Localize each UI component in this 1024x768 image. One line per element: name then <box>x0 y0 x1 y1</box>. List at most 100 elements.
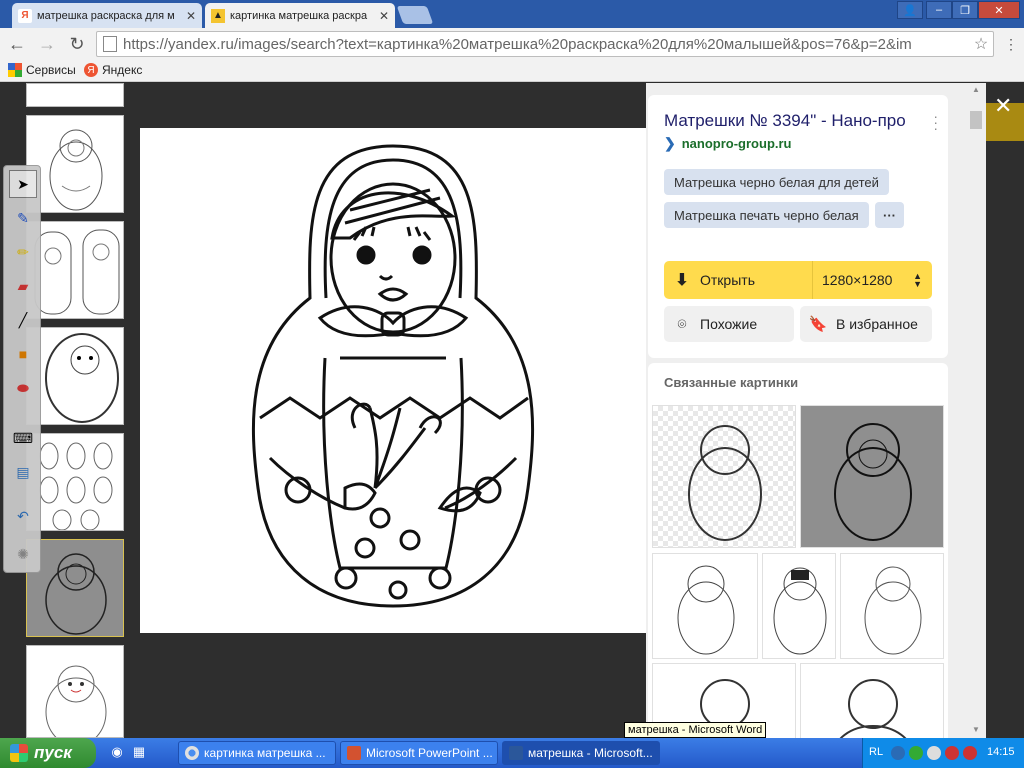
address-bar[interactable]: https://yandex.ru/images/search?text=кар… <box>96 31 994 57</box>
bookmark-label: Сервисы <box>26 63 76 77</box>
page-icon <box>103 36 117 52</box>
size-select[interactable]: 1280×1280 <box>822 272 892 288</box>
start-label: пуск <box>34 743 72 762</box>
task-label: картинка матрешка ... <box>204 746 326 760</box>
shapes-icon[interactable]: ■ <box>9 340 37 368</box>
bookmark-icon: 🔖 <box>808 316 828 333</box>
tray-close-icon[interactable] <box>927 746 941 760</box>
related-title: Связанные картинки <box>664 375 799 390</box>
browser-toolbar: ← → ↻ https://yandex.ru/images/search?te… <box>0 28 1024 60</box>
thumbnail[interactable] <box>26 83 124 107</box>
bookmark-label: Яндекс <box>102 63 143 77</box>
more-options-icon[interactable]: · · · <box>933 109 938 135</box>
powerpoint-icon <box>347 746 361 760</box>
related-image[interactable] <box>800 663 944 738</box>
tab-strip: Я матрешка раскраска для м ✕ ▲ картинка … <box>0 0 1024 28</box>
undo-icon[interactable]: ↶ <box>9 502 37 530</box>
tray-antivirus-icon[interactable] <box>963 746 977 760</box>
tab-label: картинка матрешка раскра <box>230 9 368 22</box>
new-tab-button[interactable] <box>396 6 434 24</box>
taskbar-item-powerpoint[interactable]: Microsoft PowerPoint ... <box>340 741 498 765</box>
similar-label: Похожие <box>700 316 758 332</box>
open-button[interactable]: ⬇ Открыть 1280×1280 ▲ ▼ <box>664 261 932 299</box>
tab-close-icon[interactable]: ✕ <box>186 9 196 23</box>
image-viewer: Матрешки № 3394" - Нано-про · · · ❯ nanopr… <box>0 83 1024 738</box>
scroll-down-icon[interactable]: ▼ <box>972 725 980 734</box>
highlighter-icon[interactable]: ✏ <box>9 238 37 266</box>
more-tags-button[interactable]: ··· <box>875 202 904 228</box>
screen-icon[interactable]: ▤ <box>9 458 37 486</box>
thumbnail[interactable] <box>26 645 124 738</box>
browser-quicklaunch-icon[interactable]: ◉ <box>108 744 126 762</box>
chevron-right-icon: ❯ <box>664 135 676 151</box>
task-label: Microsoft PowerPoint ... <box>366 746 493 760</box>
forward-button[interactable]: → <box>34 31 60 57</box>
maximize-button[interactable]: ❐ <box>952 1 978 19</box>
reload-button[interactable]: ↻ <box>64 31 90 57</box>
matryoshka-drawing <box>251 144 535 608</box>
scroll-up-icon[interactable]: ▲ <box>972 85 980 94</box>
tray-network-icon[interactable] <box>909 746 923 760</box>
yandex-icon: Я <box>84 63 98 77</box>
similar-button[interactable]: ⌾ Похожие <box>664 306 794 342</box>
taskbar-item-word[interactable]: матрешка - Microsoft... <box>502 741 660 765</box>
taskbar-tooltip: матрешка - Microsoft Word <box>624 722 767 738</box>
tab-close-icon[interactable]: ✕ <box>379 9 389 23</box>
yandex-icon: Я <box>18 8 32 23</box>
line-icon[interactable]: ╱ <box>9 306 37 334</box>
arrow-pointer-icon[interactable]: ➤ <box>9 170 37 198</box>
task-label: матрешка - Microsoft... <box>528 746 653 760</box>
source-domain: nanopro-group.ru <box>681 136 792 151</box>
word-icon <box>509 746 523 760</box>
image-icon: ▲ <box>211 8 225 23</box>
tray-shield-icon[interactable] <box>945 746 959 760</box>
brush-icon[interactable]: ⬬ <box>9 374 37 402</box>
menu-icon[interactable]: ⋮ <box>1004 36 1018 52</box>
taskbar-item-browser[interactable]: картинка матрешка ... <box>178 741 336 765</box>
folder-quicklaunch-icon[interactable]: ▦ <box>130 744 148 762</box>
tab-yandex-search[interactable]: Я матрешка раскраска для м ✕ <box>12 3 202 28</box>
source-link[interactable]: ❯ nanopro-group.ru <box>664 135 792 152</box>
back-button[interactable]: ← <box>4 31 30 57</box>
related-image-selected[interactable] <box>800 405 944 548</box>
favorite-button[interactable]: 🔖 В избранное <box>800 306 932 342</box>
related-card: Связанные картинки <box>648 363 948 738</box>
source-card: Матрешки № 3394" - Нано-про · · · ❯ nanopr… <box>648 95 948 358</box>
bookmark-services[interactable]: Сервисы <box>8 63 76 77</box>
keyboard-icon[interactable]: ⌨ <box>9 424 37 452</box>
panel-scrollbar[interactable]: ▲ ▼ <box>966 83 986 738</box>
user-icon[interactable]: 👤 <box>897 1 923 19</box>
tag-chip[interactable]: Матрешка черно белая для детей <box>664 169 889 195</box>
close-viewer-icon[interactable]: ✕ <box>994 93 1012 119</box>
tray-arrow-icon[interactable] <box>891 746 905 760</box>
start-button[interactable]: пуск <box>0 738 96 768</box>
bookmarks-bar: Сервисы Я Яндекс <box>0 60 1024 82</box>
windows-logo-icon <box>10 744 28 762</box>
clock: 14:15 <box>987 746 1015 758</box>
address-url[interactable]: https://yandex.ru/images/search?text=кар… <box>123 36 969 53</box>
main-image[interactable] <box>140 128 646 633</box>
favorite-label: В избранное <box>836 316 918 332</box>
bookmark-yandex[interactable]: Я Яндекс <box>84 63 142 77</box>
eraser-icon[interactable]: ▰ <box>9 272 37 300</box>
sort-arrows-icon: ▲ ▼ <box>913 271 922 289</box>
apps-grid-icon <box>8 63 22 77</box>
close-window-button[interactable]: ✕ <box>978 1 1020 19</box>
system-tray: RL 14:15 <box>862 738 1024 768</box>
lens-icon: ⌾ <box>677 315 687 333</box>
image-info-panel: Матрешки № 3394" - Нано-про · · · ❯ nanopr… <box>646 83 986 738</box>
related-image[interactable] <box>762 553 836 659</box>
tag-chip[interactable]: Матрешка печать черно белая <box>664 202 869 228</box>
pen-icon[interactable]: ✎ <box>9 204 37 232</box>
settings-icon[interactable]: ✺ <box>9 540 37 568</box>
tab-label: матрешка раскраска для м <box>37 9 175 22</box>
scrollbar-thumb[interactable] <box>970 111 982 129</box>
related-image[interactable] <box>652 553 758 659</box>
related-image[interactable] <box>840 553 944 659</box>
tab-image-view[interactable]: ▲ картинка матрешка раскра ✕ <box>205 3 395 28</box>
related-image[interactable] <box>652 405 796 548</box>
language-indicator[interactable]: RL <box>869 746 883 758</box>
minimize-button[interactable]: – <box>926 1 952 19</box>
image-title[interactable]: Матрешки № 3394" - Нано-про <box>664 111 906 131</box>
star-icon[interactable]: ☆ <box>969 34 993 54</box>
